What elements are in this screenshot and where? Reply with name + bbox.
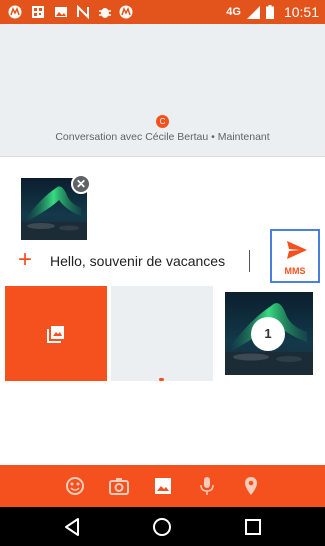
back-icon[interactable] [61, 516, 83, 538]
navigation-bar [0, 507, 325, 546]
camera-icon [108, 478, 129, 495]
attachment-toolbar [0, 465, 325, 507]
camera-button[interactable] [108, 475, 130, 497]
battery-icon [265, 5, 274, 19]
add-attachment-button[interactable]: + [14, 248, 36, 272]
image-icon [55, 7, 67, 17]
microphone-button[interactable] [196, 475, 218, 497]
moto-icon [119, 5, 133, 19]
recents-icon[interactable] [242, 516, 264, 538]
status-bar: 4G 10:51 [0, 0, 325, 24]
photo-library-icon [47, 326, 64, 343]
send-mms-button[interactable]: MMS [270, 229, 320, 283]
remove-attachment-button[interactable]: ✕ [71, 174, 91, 194]
signal-icon [246, 5, 260, 19]
network-type: 4G [226, 6, 241, 18]
home-icon[interactable] [151, 516, 173, 538]
media-tile-empty[interactable] [111, 286, 213, 381]
selection-count-badge: 1 [251, 317, 285, 351]
message-input[interactable]: Hello, souvenir de vacances [50, 250, 250, 272]
send-icon [287, 241, 307, 259]
location-icon [244, 477, 257, 495]
qr-icon [32, 6, 44, 18]
send-label: MMS [284, 266, 306, 276]
emoji-button[interactable] [64, 475, 86, 497]
open-gallery-tile[interactable] [5, 286, 107, 381]
emoji-icon [65, 477, 84, 495]
clock: 10:51 [283, 4, 319, 20]
location-button[interactable] [240, 475, 262, 497]
microphone-icon [199, 477, 214, 495]
conversation-view: C Conversation avec Cécile Bertau • Main… [0, 24, 325, 157]
indicator [159, 378, 164, 381]
gallery-button[interactable] [152, 475, 174, 497]
conversation-info: Conversation avec Cécile Bertau • Mainte… [55, 131, 270, 143]
n-icon [77, 5, 89, 19]
media-tile-photo[interactable]: 1 [225, 292, 313, 375]
contact-avatar: C [156, 115, 169, 128]
gallery-icon [154, 478, 171, 494]
moto-icon [8, 5, 22, 19]
bug-icon [99, 8, 111, 18]
